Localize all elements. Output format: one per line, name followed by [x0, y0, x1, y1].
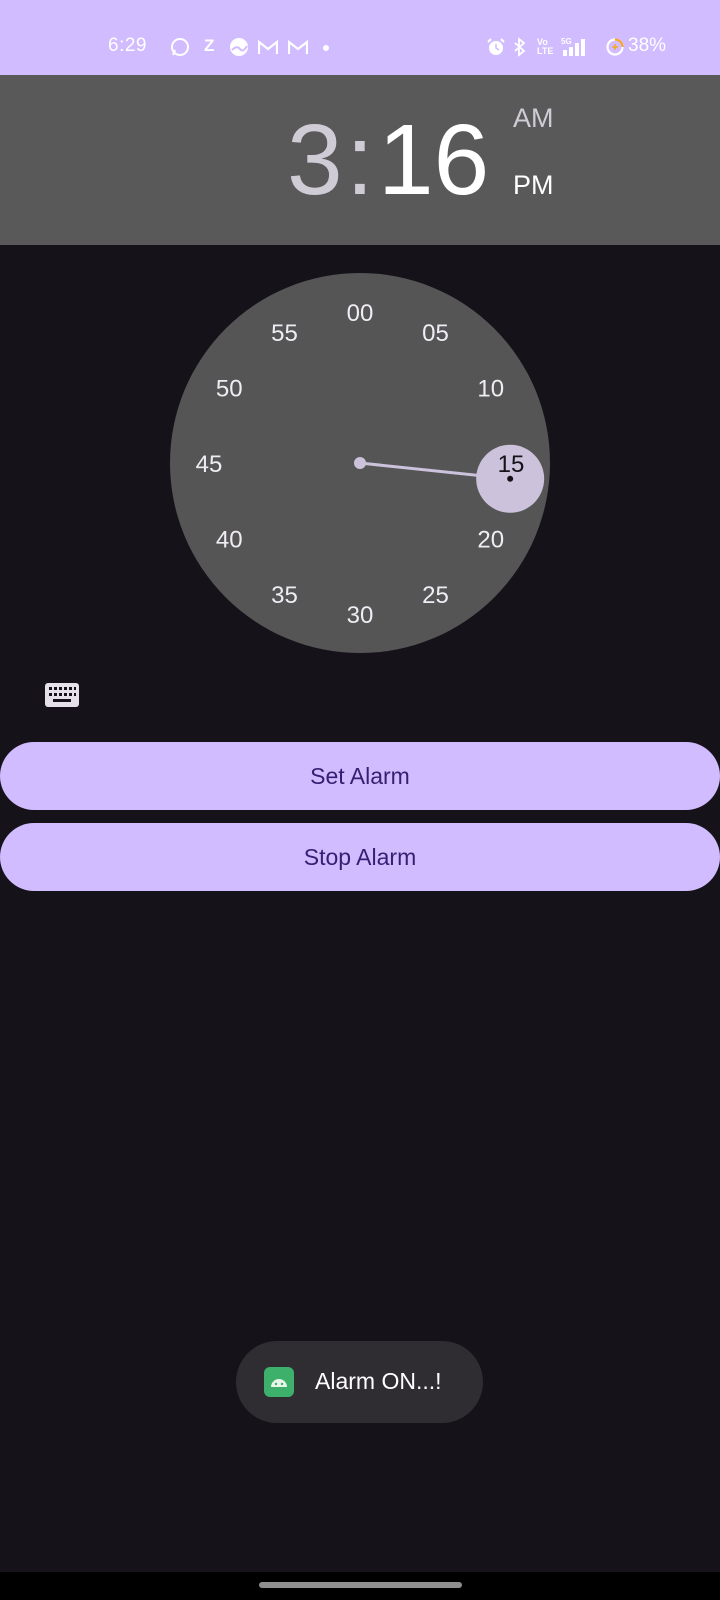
navigation-bar [0, 1572, 720, 1600]
dial-label-30[interactable]: 30 [347, 602, 374, 629]
dial-label-45[interactable]: 45 [196, 451, 223, 478]
battery-saver-icon [605, 37, 625, 62]
whatsapp-icon [170, 37, 190, 62]
dial-label-25[interactable]: 25 [422, 582, 449, 609]
dial-label-05[interactable]: 05 [422, 320, 449, 347]
dial-label-55[interactable]: 55 [271, 320, 298, 347]
home-gesture-handle[interactable] [259, 1582, 462, 1588]
dial-label-50[interactable]: 50 [216, 376, 243, 403]
dial-label-15[interactable]: 15 [498, 451, 525, 478]
time-picker-header: 3 : 16 AM PM [0, 75, 720, 245]
volte-icon: Vo LTE [537, 37, 554, 56]
time-separator: : [346, 104, 374, 216]
toast-message: Alarm ON...! [315, 1368, 442, 1394]
minute-dial[interactable]: 00 05 10 15 20 25 30 35 40 45 50 55 [170, 273, 550, 653]
weather-icon [229, 37, 249, 62]
toast-notification: Alarm ON...! [236, 1341, 483, 1423]
dial-label-40[interactable]: 40 [216, 527, 243, 554]
minute-display[interactable]: 16 [378, 110, 489, 210]
battery-percentage: 38% [628, 35, 667, 56]
dial-center-dot [354, 457, 366, 469]
bluetooth-icon [512, 37, 528, 62]
keyboard-icon [44, 683, 80, 712]
svg-text:5G: 5G [561, 37, 572, 46]
dial-label-10[interactable]: 10 [477, 376, 504, 403]
status-time: 6:29 [108, 35, 147, 56]
set-alarm-button[interactable]: Set Alarm [0, 742, 720, 810]
gmail-icon [257, 39, 279, 60]
z-app-icon: Z [204, 36, 215, 55]
dial-label-00[interactable]: 00 [347, 300, 374, 327]
more-notifications-dot [323, 45, 329, 51]
pm-toggle[interactable]: PM [513, 170, 554, 201]
stop-alarm-button[interactable]: Stop Alarm [0, 823, 720, 891]
android-app-icon [264, 1367, 294, 1397]
signal-5g-icon: 5G [561, 36, 591, 63]
alarm-icon [486, 37, 506, 62]
gmail-icon [287, 39, 309, 60]
hour-display[interactable]: 3 [287, 110, 343, 210]
status-bar: 6:29 Z Vo LTE 5G 38% [0, 0, 720, 75]
keyboard-input-toggle[interactable] [44, 682, 80, 708]
am-toggle[interactable]: AM [513, 103, 554, 134]
dial-label-35[interactable]: 35 [271, 582, 298, 609]
dial-label-20[interactable]: 20 [477, 527, 504, 554]
